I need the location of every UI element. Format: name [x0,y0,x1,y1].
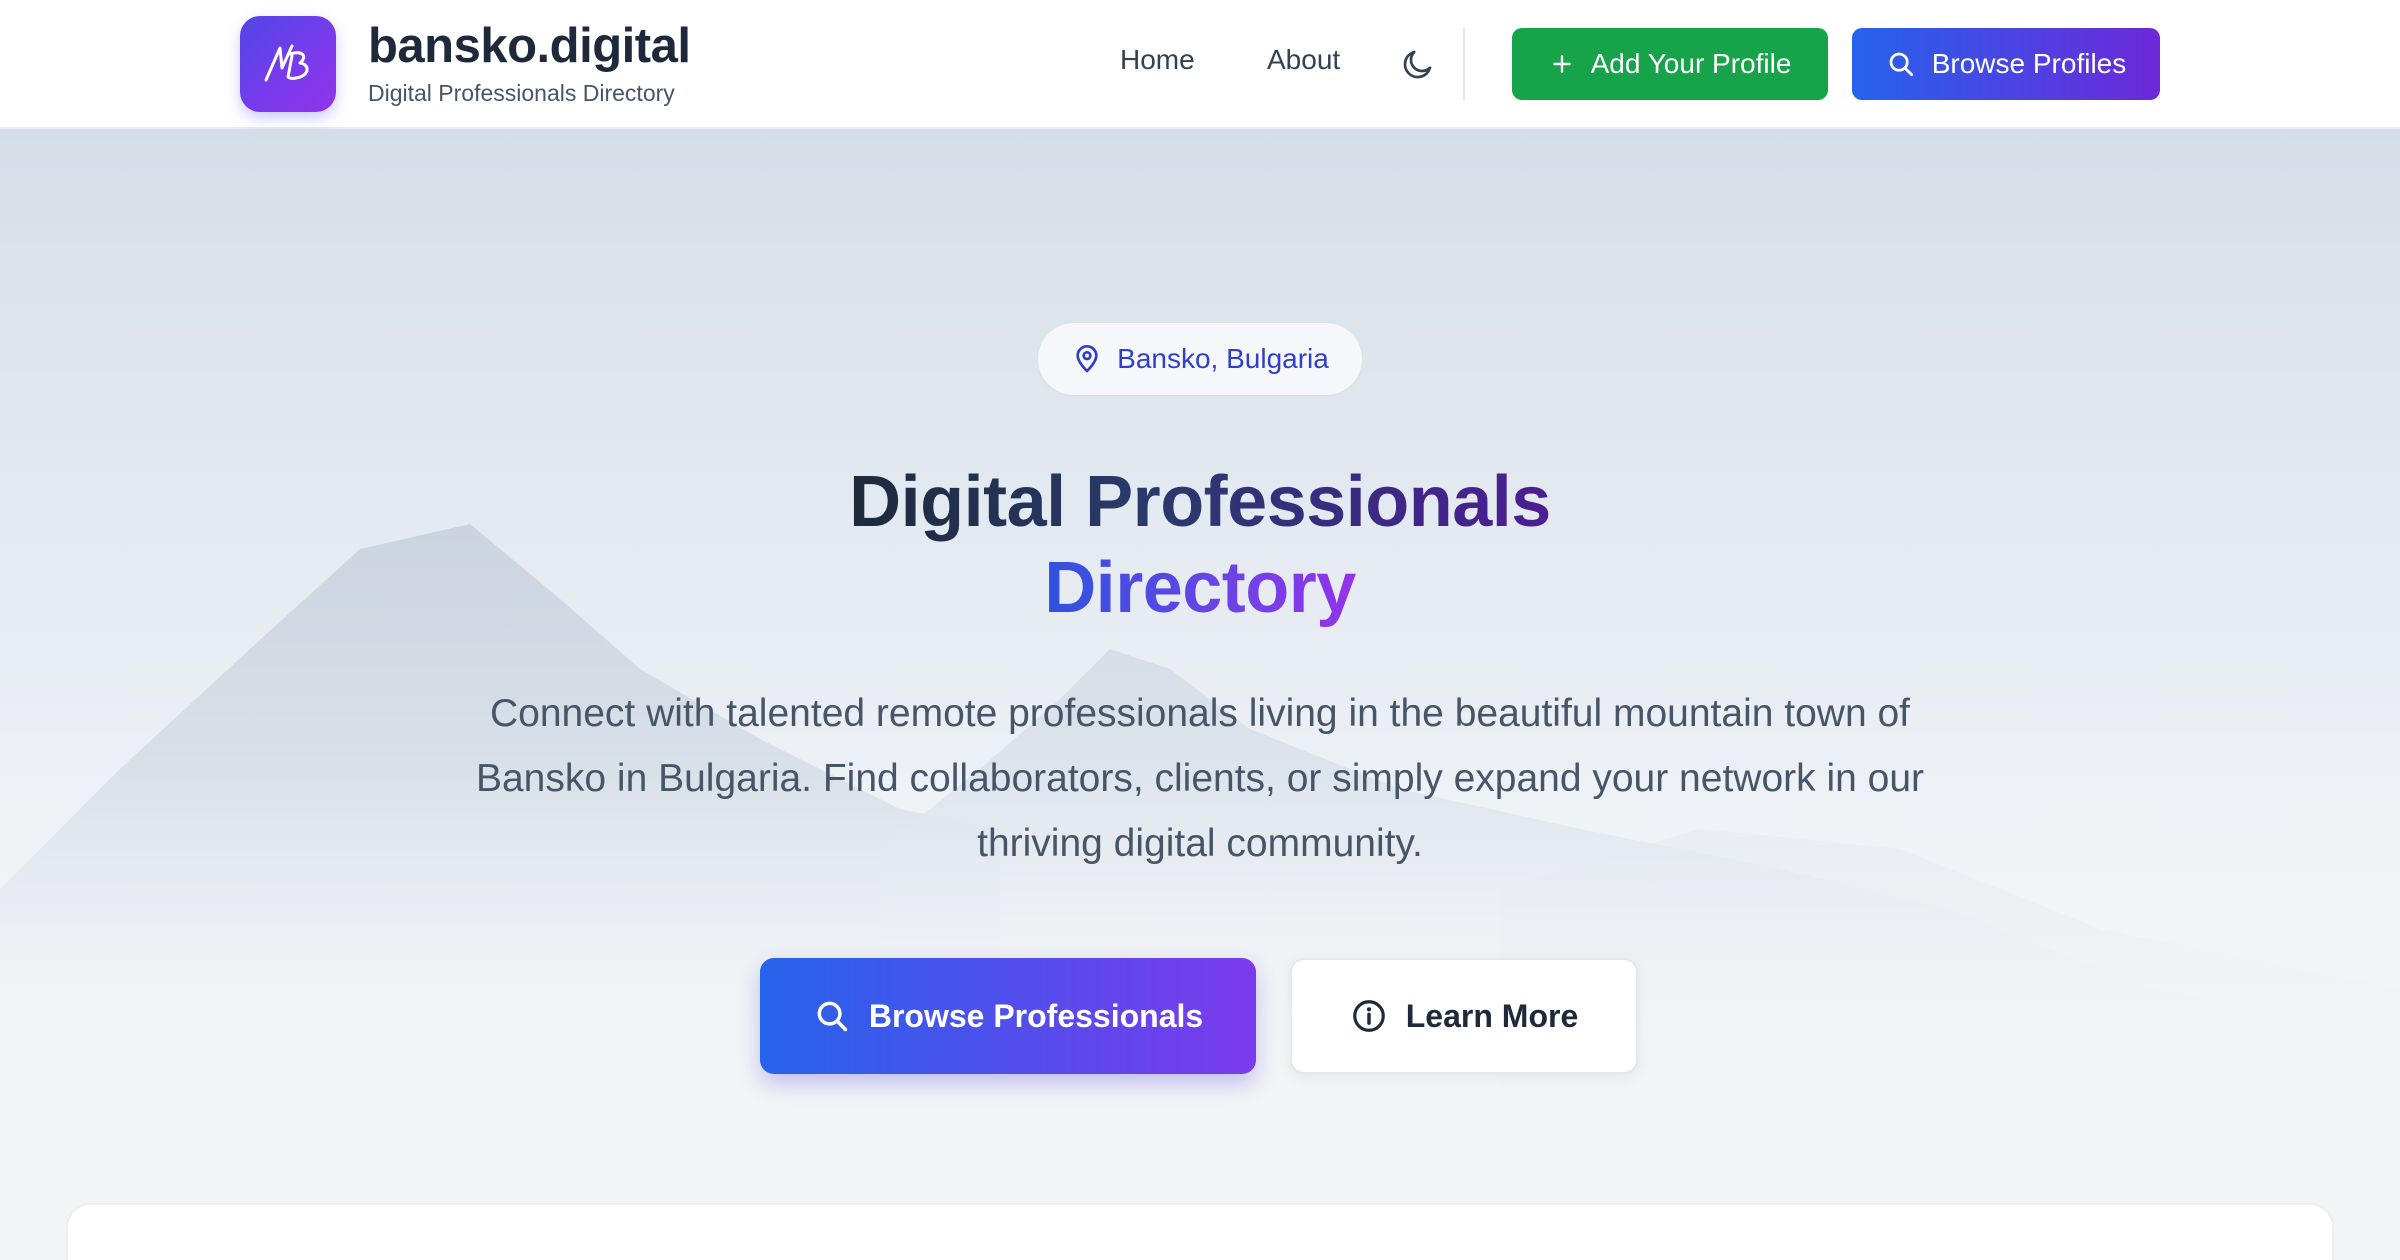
nav-home-link[interactable]: Home [1120,44,1195,76]
add-profile-label: Add Your Profile [1590,48,1792,79]
hero-title-line1: Digital Professionals [849,459,1551,545]
add-profile-button[interactable]: Add Your Profile [1512,28,1828,100]
hero-title: Digital Professionals Directory [0,459,2400,631]
brand-subtitle: Digital Professionals Directory [368,80,675,106]
browse-professionals-label: Browse Professionals [868,997,1204,1034]
site-header: bansko.digital Digital Professionals Dir… [0,0,2400,129]
brand-title[interactable]: bansko.digital [368,18,691,74]
location-badge: Bansko, Bulgaria [1038,323,1362,395]
nav-divider [1463,28,1465,100]
map-pin-icon [1076,345,1098,373]
search-icon [817,1001,848,1032]
hero-title-line2: Directory [1044,545,1356,631]
browse-profiles-button[interactable]: Browse Profiles [1852,28,2160,100]
browse-profiles-label: Browse Profiles [1931,48,2127,79]
hero-description: Connect with talented remote professiona… [475,692,1925,865]
location-text: Bansko, Bulgaria [1117,343,1329,374]
theme-toggle-button[interactable] [1398,44,1438,84]
hero-section: Bansko, Bulgaria Digital Professionals D… [0,129,2400,1260]
moon-icon [1403,50,1432,79]
bansko-logo-icon [264,44,309,82]
nav-about-link[interactable]: About [1267,44,1340,76]
search-icon [1889,52,1913,76]
plus-icon [1552,55,1571,73]
browse-professionals-button[interactable]: Browse Professionals [760,958,1256,1074]
brand-logo[interactable] [240,16,336,112]
learn-more-label: Learn More [1405,997,1579,1034]
info-icon [1352,1000,1385,1032]
content-card [66,1203,2334,1260]
learn-more-button[interactable]: Learn More [1290,958,1638,1074]
